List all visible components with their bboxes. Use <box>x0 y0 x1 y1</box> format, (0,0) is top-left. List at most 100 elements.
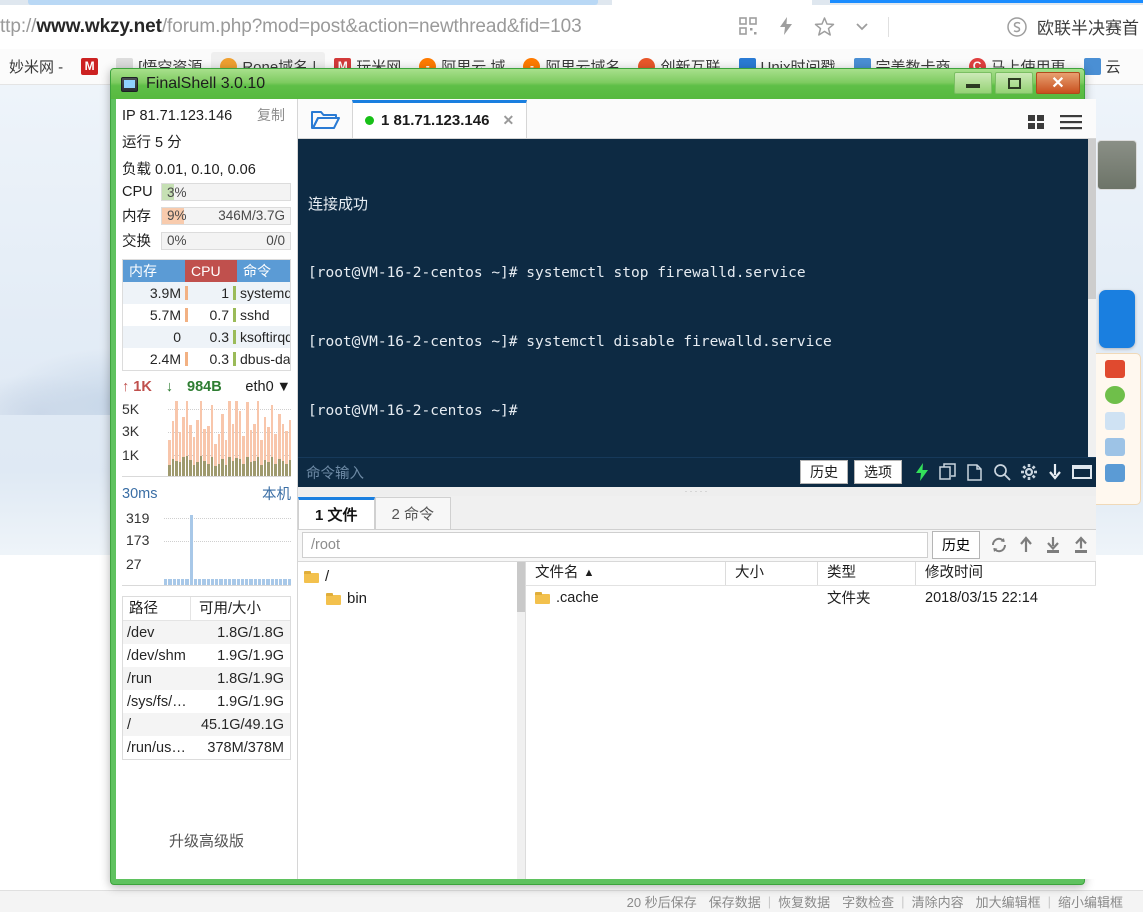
lightning-icon[interactable] <box>914 462 930 482</box>
shrink-editor-link[interactable]: 缩小编辑框 <box>1052 892 1129 911</box>
chevron-down-icon: ▼ <box>277 379 291 395</box>
terminal-scrollbar[interactable] <box>1088 139 1096 457</box>
bookmark-item[interactable]: M <box>72 52 107 82</box>
sogou-icon[interactable] <box>1006 16 1028 38</box>
terminal-output[interactable]: 连接成功 [root@VM-16-2-centos ~]# systemctl … <box>298 139 1096 457</box>
pane-splitter[interactable]: ····· <box>298 487 1096 496</box>
latency-bar <box>224 579 227 585</box>
parent-dir-icon[interactable] <box>1018 536 1034 554</box>
tab-commands[interactable]: 2 命令 <box>375 497 452 529</box>
path-history-button[interactable]: 历史 <box>932 531 980 559</box>
word-count-link[interactable]: 字数检查 <box>836 892 900 911</box>
col-size[interactable]: 可用/大小 <box>191 597 290 620</box>
table-row[interactable]: /sys/fs/…1.9G/1.9G <box>123 690 290 713</box>
card-icon[interactable] <box>1105 464 1125 482</box>
close-icon[interactable]: ✕ <box>502 112 514 129</box>
maximize-button[interactable] <box>995 72 1033 94</box>
open-folder-button[interactable] <box>298 100 352 138</box>
download-icon[interactable] <box>1044 536 1062 554</box>
disk-path: /dev <box>123 625 201 641</box>
lightning-icon[interactable] <box>775 15 797 37</box>
tab-files[interactable]: 1 文件 <box>298 497 375 529</box>
table-row[interactable]: 2.4M 0.3 dbus-dae <box>123 348 290 370</box>
path-input[interactable]: /root <box>302 532 928 558</box>
list-menu-icon[interactable] <box>1060 114 1082 130</box>
download-icon[interactable] <box>1047 463 1063 481</box>
search-icon[interactable] <box>993 463 1011 481</box>
bookmark-item[interactable]: 妙米网 - <box>0 52 72 82</box>
col-path[interactable]: 路径 <box>123 597 191 620</box>
command-history-button[interactable]: 历史 <box>800 460 848 484</box>
save-data-link[interactable]: 保存数据 <box>703 892 767 911</box>
main-pane: 1 81.71.123.146 ✕ 连接成功 [root@VM-16-2-cen… <box>298 99 1096 879</box>
monitor-icon[interactable] <box>1105 438 1125 456</box>
chart-bar <box>214 401 217 476</box>
download-rate: 984B <box>187 379 222 395</box>
proc-command: sshd <box>236 307 290 323</box>
window-title-bar[interactable]: FinalShell 3.0.10 ✕ <box>111 69 1084 99</box>
col-filename[interactable]: 文件名 ▲ <box>526 562 726 586</box>
scrollbar-thumb[interactable] <box>1088 139 1096 299</box>
upload-icon[interactable] <box>1072 536 1090 554</box>
col-type[interactable]: 类型 <box>818 562 916 586</box>
col-mtime[interactable]: 修改时间 <box>916 562 1096 586</box>
table-row[interactable]: .cache 文件夹 2018/03/15 22:14 <box>526 586 1096 610</box>
enlarge-editor-link[interactable]: 加大编辑框 <box>970 892 1047 911</box>
tree-item-label: bin <box>347 590 367 607</box>
sidebar-blue-button[interactable] <box>1099 290 1135 348</box>
latency-bar <box>262 579 265 585</box>
session-tab[interactable]: 1 81.71.123.146 ✕ <box>352 100 527 138</box>
col-filename-label: 文件名 <box>535 562 579 586</box>
upload-bar <box>278 414 281 459</box>
upgrade-premium-button[interactable]: 升级高级版 <box>116 820 297 861</box>
latency-bar <box>279 579 282 585</box>
refresh-icon[interactable] <box>990 536 1008 554</box>
col-memory[interactable]: 内存 <box>123 260 185 282</box>
table-row[interactable]: /run/us…378M/378M <box>123 736 290 759</box>
chart-bar <box>218 401 221 476</box>
tree-item-root[interactable]: / <box>298 566 525 588</box>
qrcode-icon[interactable] <box>737 15 759 37</box>
table-row[interactable]: /dev1.8G/1.8G <box>123 621 290 644</box>
col-size[interactable]: 大小 <box>726 562 818 586</box>
table-row[interactable]: /45.1G/49.1G <box>123 713 290 736</box>
upload-bar <box>189 425 192 460</box>
tree-item-bin[interactable]: bin <box>298 588 525 610</box>
close-button[interactable]: ✕ <box>1036 72 1080 94</box>
qq-icon[interactable] <box>1105 412 1125 430</box>
copy-icon[interactable] <box>939 463 957 481</box>
interface-selector[interactable]: eth0▼ <box>245 379 291 395</box>
scrollbar-thumb[interactable] <box>517 562 525 612</box>
chart-bar <box>203 401 206 476</box>
address-bar-url[interactable]: ttp://www.wkzy.net/forum.php?mod=post&ac… <box>0 16 582 38</box>
command-input[interactable]: 命令输入 <box>306 462 794 483</box>
paste-icon[interactable] <box>966 463 984 481</box>
table-row[interactable]: /run1.8G/1.9G <box>123 667 290 690</box>
profile-area[interactable]: 欧联半决赛首 <box>1006 14 1139 39</box>
star-icon[interactable] <box>813 15 835 37</box>
window-icon[interactable] <box>1072 464 1092 480</box>
upload-bar <box>182 417 185 457</box>
tree-scrollbar[interactable] <box>517 562 525 880</box>
chart-bar <box>242 401 245 476</box>
restore-data-link[interactable]: 恢复数据 <box>772 892 836 911</box>
minimize-button[interactable] <box>954 72 992 94</box>
command-options-button[interactable]: 选项 <box>854 460 902 484</box>
grid-view-icon[interactable] <box>1028 114 1048 130</box>
table-row[interactable]: /dev/shm1.9G/1.9G <box>123 644 290 667</box>
clear-content-link[interactable]: 清除内容 <box>906 892 970 911</box>
load-average-label: 负载 0.01, 0.10, 0.06 <box>116 154 297 181</box>
table-row[interactable]: 5.7M 0.7 sshd <box>123 304 290 326</box>
col-command[interactable]: 命令 <box>237 260 290 282</box>
table-row[interactable]: 0 0.3 ksoftirqd/ <box>123 326 290 348</box>
wechat-icon[interactable] <box>1105 386 1125 404</box>
sidebar-thumbnail[interactable] <box>1097 140 1137 190</box>
table-row[interactable]: 3.9M 1 systemd <box>123 282 290 304</box>
col-cpu[interactable]: CPU <box>185 260 237 282</box>
service-panel <box>1089 353 1141 505</box>
gear-icon[interactable] <box>1020 463 1038 481</box>
copy-ip-button[interactable]: 复制 <box>257 105 291 125</box>
folder-icon <box>535 592 550 604</box>
command-input-bar: 命令输入 历史 选项 <box>298 457 1096 487</box>
chevron-down-icon[interactable] <box>851 15 873 37</box>
